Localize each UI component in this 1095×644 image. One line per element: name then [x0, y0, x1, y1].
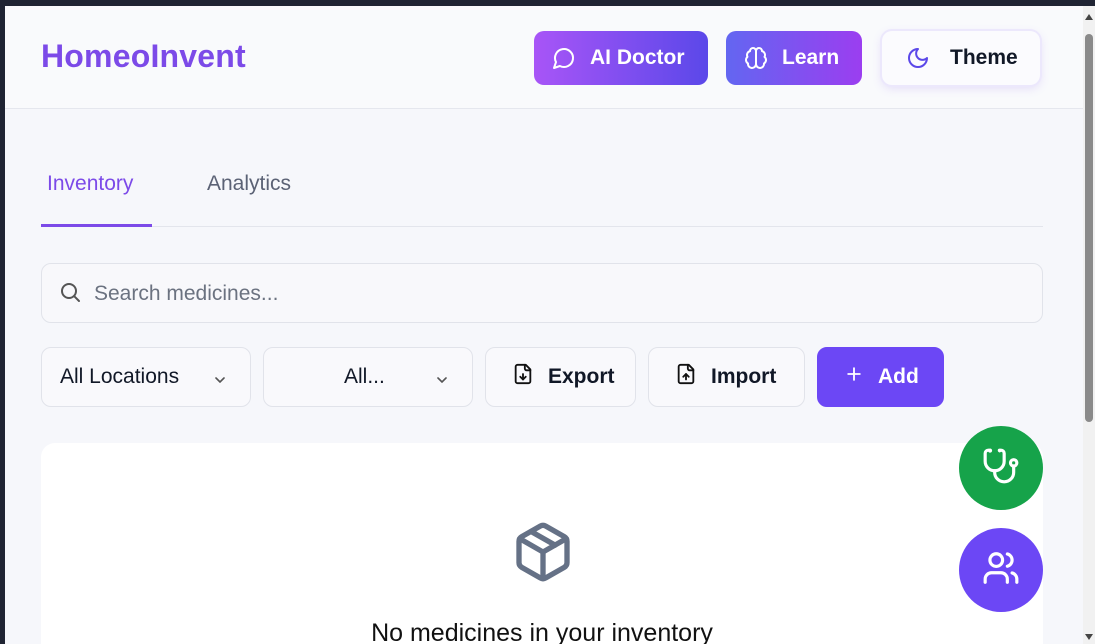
search-input[interactable] — [94, 274, 994, 314]
search-box — [41, 263, 1043, 323]
vertical-scrollbar[interactable] — [1083, 6, 1095, 644]
scroll-up-arrow-icon[interactable] — [1085, 14, 1093, 20]
ai-doctor-button[interactable]: AI Doctor — [534, 31, 708, 85]
inventory-card: No medicines in your inventory — [41, 443, 1043, 644]
chevron-down-icon — [434, 370, 450, 394]
scrollbar-thumb[interactable] — [1085, 34, 1093, 422]
theme-button[interactable]: Theme — [882, 31, 1040, 85]
tab-analytics[interactable]: Analytics — [201, 156, 297, 226]
export-button[interactable]: Export — [485, 347, 636, 407]
package-icon — [511, 517, 575, 592]
export-label: Export — [548, 365, 615, 388]
ai-doctor-label: AI Doctor — [590, 46, 685, 69]
brain-icon — [744, 46, 768, 70]
theme-label: Theme — [950, 46, 1018, 69]
stethoscope-icon — [982, 447, 1020, 490]
moon-icon — [906, 46, 930, 70]
location-select[interactable]: All Locations — [41, 347, 251, 407]
import-label: Import — [711, 365, 777, 388]
scroll-down-arrow-icon[interactable] — [1085, 634, 1093, 640]
add-button[interactable]: Add — [817, 347, 944, 407]
empty-state-message: No medicines in your inventory — [371, 619, 713, 644]
file-upload-icon — [675, 363, 697, 391]
add-label: Add — [878, 365, 919, 388]
tab-bar: Inventory Analytics — [41, 156, 1043, 227]
chat-bubble-icon — [552, 46, 576, 70]
search-icon — [58, 280, 82, 309]
brand-logo[interactable]: HomeoInvent — [41, 38, 246, 75]
location-select-value: All Locations — [60, 365, 180, 388]
learn-label: Learn — [782, 46, 840, 69]
category-select-value: All... — [344, 365, 385, 388]
file-download-icon — [512, 363, 534, 391]
top-header: HomeoInvent AI Doctor Learn Theme — [5, 6, 1083, 109]
learn-button[interactable]: Learn — [726, 31, 862, 85]
app-window: HomeoInvent AI Doctor Learn Theme Invent… — [5, 6, 1095, 644]
import-button[interactable]: Import — [648, 347, 805, 407]
users-icon — [982, 549, 1020, 592]
chevron-down-icon — [212, 370, 228, 394]
tab-inventory[interactable]: Inventory — [41, 156, 152, 227]
community-fab[interactable] — [959, 528, 1043, 612]
plus-icon — [844, 364, 864, 390]
category-select[interactable]: All... — [263, 347, 473, 407]
ai-doctor-fab[interactable] — [959, 426, 1043, 510]
